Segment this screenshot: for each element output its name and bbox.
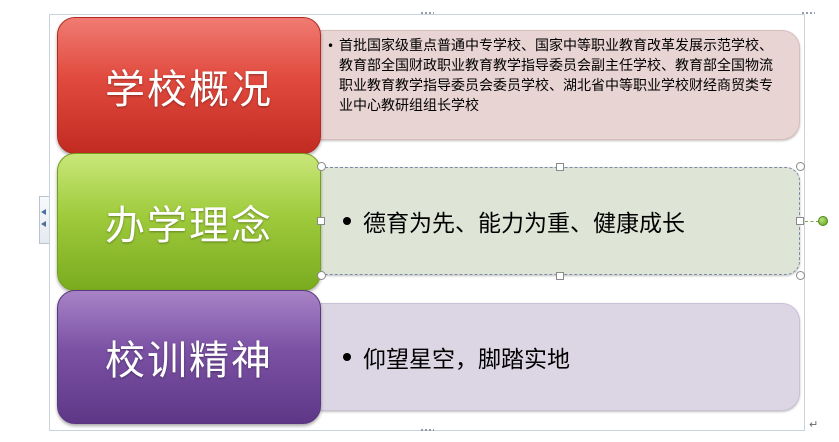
overview-label-block[interactable]: 学校概况: [57, 17, 321, 154]
bullet-dot-icon: •: [327, 39, 335, 53]
overview-text-content: 首批国家级重点普通中专学校、国家中等职业教育改革发展示范学校、教育部全国财政职业…: [339, 38, 773, 114]
overview-text: • 首批国家级重点普通中专学校、国家中等职业教育改革发展示范学校、教育部全国财政职…: [327, 36, 785, 116]
document-canvas: • 首批国家级重点普通中专学校、国家中等职业教育改革发展示范学校、教育部全国财政职…: [0, 0, 839, 442]
rotate-connector: [805, 221, 819, 222]
philosophy-text: 德育为先、能力为重、健康成长: [343, 204, 685, 238]
resize-handle-bottom-left[interactable]: [317, 271, 326, 280]
resize-handle-top[interactable]: [556, 163, 564, 171]
motto-text: 仰望星空，脚踏实地: [343, 340, 570, 374]
philosophy-label-block[interactable]: 办学理念: [57, 153, 321, 291]
frame-right-grip-top[interactable]: [801, 11, 815, 15]
resize-handle-bottom[interactable]: [556, 272, 564, 280]
resize-handle-left[interactable]: [317, 217, 325, 225]
bullet-dot-icon: [343, 353, 351, 361]
philosophy-label: 办学理念: [105, 203, 273, 249]
text-pane-toggle-icon[interactable]: [39, 196, 49, 244]
overview-label: 学校概况: [105, 66, 273, 113]
resize-handle-top-right[interactable]: [796, 162, 805, 171]
frame-bottom-grip[interactable]: [420, 428, 434, 432]
resize-handle-bottom-right[interactable]: [796, 271, 805, 280]
resize-handle-right[interactable]: [796, 217, 804, 225]
motto-label-block[interactable]: 校训精神: [57, 290, 321, 424]
paragraph-mark-icon: ↵: [809, 418, 819, 431]
philosophy-text-content: 德育为先、能力为重、健康成长: [363, 211, 685, 237]
motto-text-content: 仰望星空，脚踏实地: [363, 347, 570, 373]
frame-top-grip[interactable]: [420, 11, 434, 15]
motto-content-panel[interactable]: 仰望星空，脚踏实地: [320, 303, 800, 411]
resize-handle-top-left[interactable]: [317, 162, 326, 171]
bullet-dot-icon: [343, 217, 351, 225]
motto-label: 校训精神: [105, 338, 273, 384]
rotate-handle-icon[interactable]: [818, 216, 828, 226]
overview-content-panel[interactable]: • 首批国家级重点普通中专学校、国家中等职业教育改革发展示范学校、教育部全国财政职…: [320, 30, 800, 140]
philosophy-content-panel[interactable]: 德育为先、能力为重、健康成长: [320, 167, 800, 275]
